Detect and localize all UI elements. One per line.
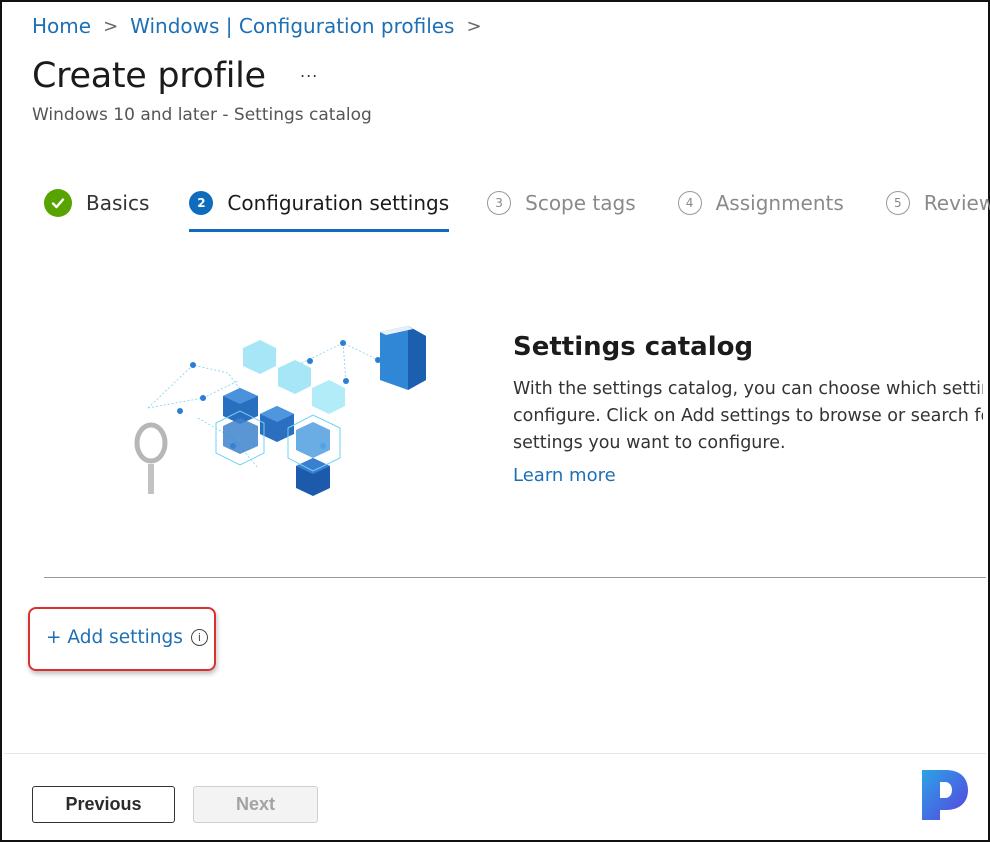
settings-catalog-description: With the settings catalog, you can choos…	[513, 376, 983, 457]
add-settings-label: + Add settings	[46, 627, 183, 648]
step-label: Scope tags	[525, 191, 636, 215]
tab-scope-tags[interactable]: 3 Scope tags	[487, 186, 636, 220]
tab-basics[interactable]: Basics	[44, 186, 149, 220]
step-number-4: 4	[677, 191, 702, 215]
step-label: Basics	[86, 191, 150, 215]
tab-configuration-settings[interactable]: 2 Configuration settings	[189, 186, 450, 232]
section-divider	[44, 577, 986, 578]
step-number-5: 5	[885, 191, 910, 215]
settings-catalog-title: Settings catalog	[513, 332, 754, 362]
watermark-logo-icon	[922, 770, 968, 820]
step-label: Review + create	[923, 191, 990, 215]
breadcrumb-configuration-profiles[interactable]: Windows | Configuration profiles	[130, 14, 454, 38]
step-number-2: 2	[189, 191, 214, 215]
footer-divider	[4, 753, 986, 754]
breadcrumb: Home > Windows | Configuration profiles …	[32, 14, 494, 38]
breadcrumb-separator: >	[466, 15, 482, 37]
step-number-3: 3	[487, 191, 512, 215]
info-icon[interactable]: i	[190, 629, 208, 646]
breadcrumb-home[interactable]: Home	[32, 14, 91, 38]
page-title: Create profile	[32, 56, 266, 96]
learn-more-link[interactable]: Learn more	[513, 465, 616, 486]
breadcrumb-separator: >	[103, 15, 119, 37]
wizard-steps: Basics 2 Configuration settings 3 Scope …	[44, 186, 990, 232]
next-button[interactable]: Next	[193, 786, 318, 823]
more-options-button[interactable]: ...	[300, 62, 318, 81]
previous-button[interactable]: Previous	[32, 786, 175, 823]
description-line: configure. Click on Add settings to brow…	[513, 406, 983, 426]
description-line: With the settings catalog, you can choos…	[513, 379, 983, 399]
add-settings-button[interactable]: + Add settings i	[46, 627, 208, 648]
description-line: settings you want to configure.	[513, 433, 786, 453]
step-label: Assignments	[715, 191, 844, 215]
settings-catalog-illustration	[134, 326, 426, 496]
checkmark-icon	[44, 189, 72, 217]
tab-assignments[interactable]: 4 Assignments	[677, 186, 844, 220]
tab-review-create[interactable]: 5 Review + create	[885, 186, 990, 220]
step-label: Configuration settings	[227, 191, 450, 215]
page-subtitle: Windows 10 and later - Settings catalog	[32, 105, 372, 125]
